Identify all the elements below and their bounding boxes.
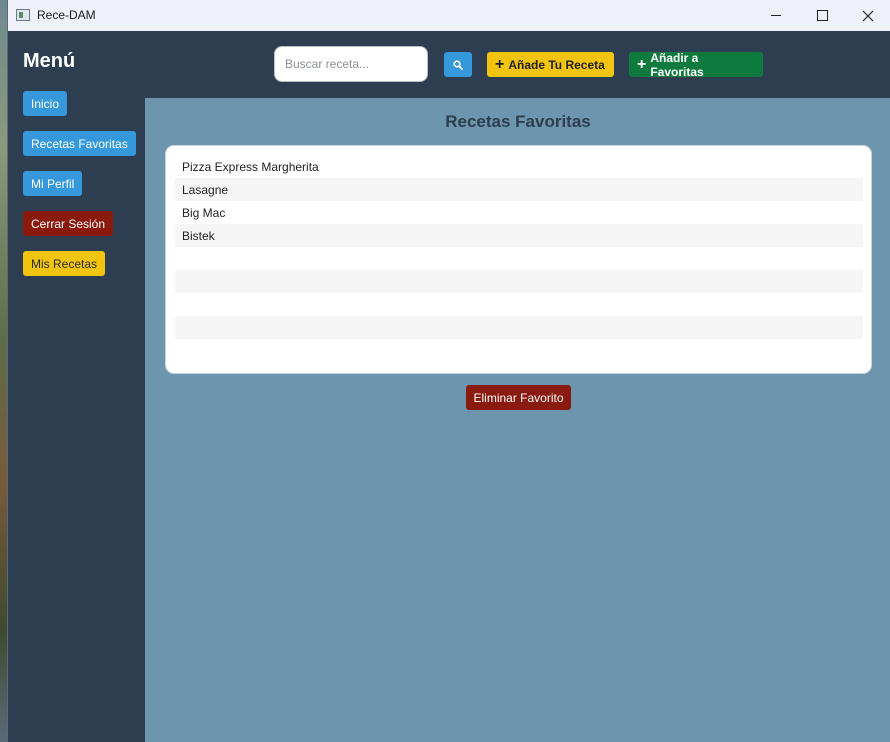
- maximize-icon: [816, 10, 828, 21]
- sidebar-item-recetas-favoritas[interactable]: Recetas Favoritas: [23, 131, 136, 156]
- favorites-list[interactable]: Pizza Express Margherita Lasagne Big Mac…: [165, 145, 872, 374]
- sidebar-item-mi-perfil[interactable]: Mi Perfil: [23, 171, 83, 196]
- close-icon: [862, 10, 874, 21]
- app-icon: [16, 9, 30, 21]
- minimize-icon: [771, 15, 781, 16]
- sidebar: Menú Inicio Recetas Favoritas Mi Perfil …: [8, 31, 145, 742]
- window-title: Rece-DAM: [37, 8, 96, 22]
- sidebar-item-label: Cerrar Sesión: [31, 216, 106, 231]
- list-item[interactable]: [175, 339, 863, 362]
- add-recipe-label: Añade Tu Receta: [508, 57, 605, 72]
- list-item[interactable]: Big Mac: [175, 201, 863, 224]
- sidebar-item-cerrar-sesion[interactable]: Cerrar Sesión: [23, 211, 114, 236]
- plus-icon: +: [495, 55, 505, 73]
- main-content: Recetas Favoritas Pizza Express Margheri…: [145, 98, 890, 742]
- add-favorite-button[interactable]: + Añadir a Favoritas: [629, 50, 763, 79]
- sidebar-item-mis-recetas[interactable]: Mis Recetas: [23, 251, 106, 276]
- minimize-button[interactable]: [753, 0, 799, 31]
- app-window: Rece-DAM + Añade Tu Receta +: [7, 0, 890, 742]
- plus-icon: +: [637, 55, 647, 73]
- menu-title: Menú: [23, 50, 76, 72]
- list-item[interactable]: Pizza Express Margherita: [175, 155, 863, 178]
- list-item[interactable]: [175, 247, 863, 270]
- delete-favorite-button[interactable]: Eliminar Favorito: [466, 385, 571, 410]
- favorites-list-rows: Pizza Express Margherita Lasagne Big Mac…: [175, 155, 863, 362]
- sidebar-item-label: Inicio: [31, 96, 60, 111]
- page-title: Recetas Favoritas: [445, 112, 591, 131]
- add-recipe-button[interactable]: + Añade Tu Receta: [487, 52, 614, 77]
- close-button[interactable]: [845, 0, 890, 31]
- sidebar-item-label: Recetas Favoritas: [31, 136, 128, 151]
- search-button[interactable]: [444, 52, 472, 77]
- list-item[interactable]: Bistek: [175, 224, 863, 247]
- delete-favorite-label: Eliminar Favorito: [473, 390, 564, 405]
- list-item[interactable]: [175, 316, 863, 339]
- sidebar-item-label: Mis Recetas: [31, 256, 98, 271]
- sidebar-item-inicio[interactable]: Inicio: [23, 91, 68, 116]
- list-item[interactable]: Lasagne: [175, 178, 863, 201]
- list-item[interactable]: [175, 270, 863, 293]
- maximize-button[interactable]: [799, 0, 845, 31]
- title-bar: Rece-DAM: [8, 0, 890, 32]
- list-item[interactable]: [175, 293, 863, 316]
- search-input[interactable]: [274, 46, 428, 82]
- search-icon: [453, 59, 463, 70]
- desktop-background: [0, 0, 7, 742]
- sidebar-item-label: Mi Perfil: [31, 176, 75, 191]
- app-icon-graphic: [19, 12, 23, 18]
- add-favorite-label: Añadir a Favoritas: [650, 50, 704, 79]
